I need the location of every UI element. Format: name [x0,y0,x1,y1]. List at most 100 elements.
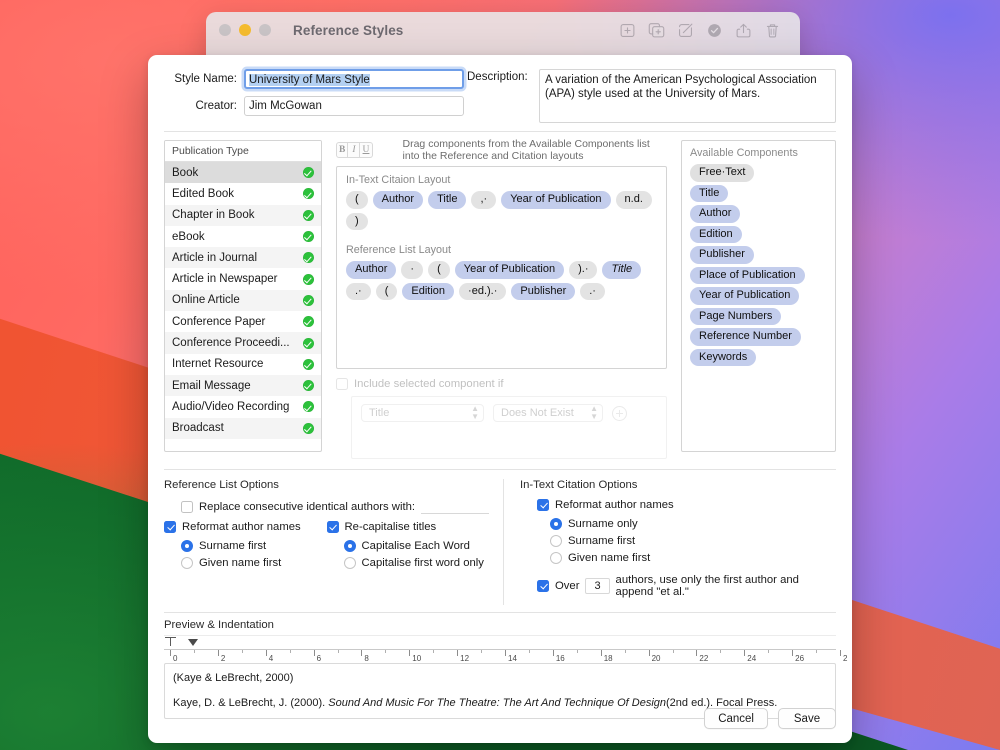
publication-type-list[interactable]: Publication Type Book Edited Book Chapter … [164,140,322,452]
enabled-check-icon[interactable] [303,316,314,328]
enabled-check-icon[interactable] [303,401,314,413]
citation-author-order-radio[interactable] [550,552,562,564]
et-al-checkbox[interactable] [537,580,549,592]
italic-button[interactable]: I [348,142,361,158]
enabled-check-icon[interactable] [303,273,314,285]
citation-layout-token[interactable]: ) [346,212,368,230]
reference-list-token-row[interactable]: Author ·(Year of Publication).· Title .·(Ed… [346,261,657,300]
enabled-check-icon[interactable] [303,209,314,221]
publication-type-row[interactable]: eBook [165,226,321,247]
citation-author-order-radio[interactable] [550,518,562,530]
reference-layout-token[interactable]: ).· [569,261,598,279]
layout-editor-box[interactable]: In-Text Citaion Layout (Author Title ,· Yea… [336,166,667,369]
reference-layout-token[interactable]: ( [375,282,398,300]
citation-layout-token[interactable]: Year of Publication [501,191,611,209]
reference-layout-token[interactable]: .· [580,282,605,300]
enabled-check-icon[interactable] [303,337,314,349]
publication-type-row[interactable]: Article in Journal [165,247,321,269]
enabled-check-icon[interactable] [303,358,314,370]
validate-icon[interactable] [706,21,723,40]
left-indent-marker[interactable] [188,639,199,646]
bold-button[interactable]: B [336,142,349,158]
reference-author-order-radio[interactable] [181,540,193,552]
reference-layout-token[interactable]: Edition [402,282,455,300]
reference-layout-token[interactable]: ( [428,261,450,279]
recapitalise-mode-radio[interactable] [343,557,356,569]
available-component-item[interactable]: Title [690,184,729,202]
citation-author-order-row[interactable]: Given name first [550,552,836,564]
condition-component-select[interactable]: Title ▲ ▼ [361,404,484,422]
close-button[interactable] [219,24,231,36]
save-button[interactable]: Save [778,708,836,729]
available-component-item[interactable]: Reference Number [690,328,801,346]
reference-author-order-row[interactable]: Surname first [181,540,327,552]
citation-author-order-row[interactable]: Surname only [550,518,836,530]
et-al-count-input[interactable]: 3 [585,578,610,594]
available-component-item[interactable]: Free·Text [690,164,755,182]
condition-operator-select[interactable]: Does Not Exist ▲ ▼ [493,404,603,422]
available-component-item[interactable]: Year of Publication [690,287,800,305]
available-component-item[interactable]: Page Numbers [690,307,782,325]
edit-icon[interactable] [677,21,694,40]
reference-layout-token[interactable]: Title [602,261,642,279]
publication-type-row[interactable]: Audio/Video Recording [165,396,321,417]
citation-reformat-checkbox[interactable] [537,499,549,511]
underline-button[interactable]: U [360,142,373,158]
available-components-panel[interactable]: Available Components Free·Text Title Autho… [681,140,836,452]
duplicate-icon[interactable] [648,21,665,40]
include-if-checkbox[interactable] [336,378,348,390]
reference-author-order-row[interactable]: Given name first [181,557,327,569]
reference-layout-token[interactable]: Author [346,261,397,279]
available-component-item[interactable]: Edition [690,225,742,243]
available-component-item[interactable]: Keywords [690,348,757,366]
publication-type-row[interactable]: Book [165,162,321,184]
citation-layout-token[interactable]: n.d. [615,191,652,209]
citation-layout-token[interactable]: ,· [471,191,497,209]
first-line-indent-marker[interactable] [165,637,176,646]
replace-authors-checkbox[interactable] [181,500,193,513]
citation-author-order-radio[interactable] [550,535,562,547]
publication-type-row[interactable]: Broadcast [165,417,321,439]
enabled-check-icon[interactable] [303,422,314,434]
enabled-check-icon[interactable] [303,294,314,306]
add-icon[interactable] [619,21,636,40]
available-component-item[interactable]: Publisher [690,246,754,264]
indentation-ruler[interactable]: 0 2 4 6 8 10 12 14 16 18 20 22 24 26 2 [164,635,847,663]
recapitalise-mode-radio[interactable] [343,540,356,552]
add-condition-button[interactable] [612,406,627,421]
delete-icon[interactable] [764,21,781,40]
publication-type-row[interactable]: Conference Paper [165,311,321,332]
available-component-item[interactable]: Author [690,205,741,223]
citation-layout-token[interactable]: ( [346,191,368,209]
reference-layout-token[interactable]: Year of Publication [454,261,565,279]
share-icon[interactable] [735,21,752,40]
publication-type-row[interactable]: Internet Resource [165,354,321,375]
replace-authors-input[interactable] [421,499,489,514]
reference-author-order-radio[interactable] [181,557,193,569]
reference-layout-token[interactable]: .· [346,282,371,300]
citation-author-order-row[interactable]: Surname first [550,535,836,547]
publication-type-row[interactable]: Chapter in Book [165,204,321,226]
reference-layout-token[interactable]: Publisher [511,282,576,300]
citation-layout-token[interactable]: Title [428,191,467,209]
publication-type-row[interactable]: Conference Proceedi... [165,332,321,354]
available-component-item[interactable]: Place of Publication [690,266,805,284]
recapitalise-mode-row[interactable]: Capitalise first word only [343,557,490,569]
description-textarea[interactable]: A variation of the American Psychologica… [539,69,836,123]
enabled-check-icon[interactable] [303,252,314,264]
publication-type-row[interactable]: Edited Book [165,183,321,204]
style-name-input[interactable]: University of Mars Style [244,69,464,89]
recapitalise-mode-row[interactable]: Capitalise Each Word [343,540,490,552]
publication-type-row[interactable]: Email Message [165,374,321,397]
reference-layout-token[interactable]: ·ed.).· [459,282,507,300]
recapitalise-titles-checkbox[interactable] [326,521,339,533]
enabled-check-icon[interactable] [303,380,314,392]
minimize-button[interactable] [239,24,251,36]
in-text-citation-token-row[interactable]: (Author Title ,· Year of Publication n.d.) [346,191,657,230]
publication-type-row[interactable]: Online Article [165,289,321,312]
creator-input[interactable]: Jim McGowan [244,96,464,116]
citation-layout-token[interactable]: Author [372,191,424,209]
reformat-author-names-checkbox[interactable] [164,521,176,533]
enabled-check-icon[interactable] [303,188,314,200]
enabled-check-icon[interactable] [303,167,314,179]
